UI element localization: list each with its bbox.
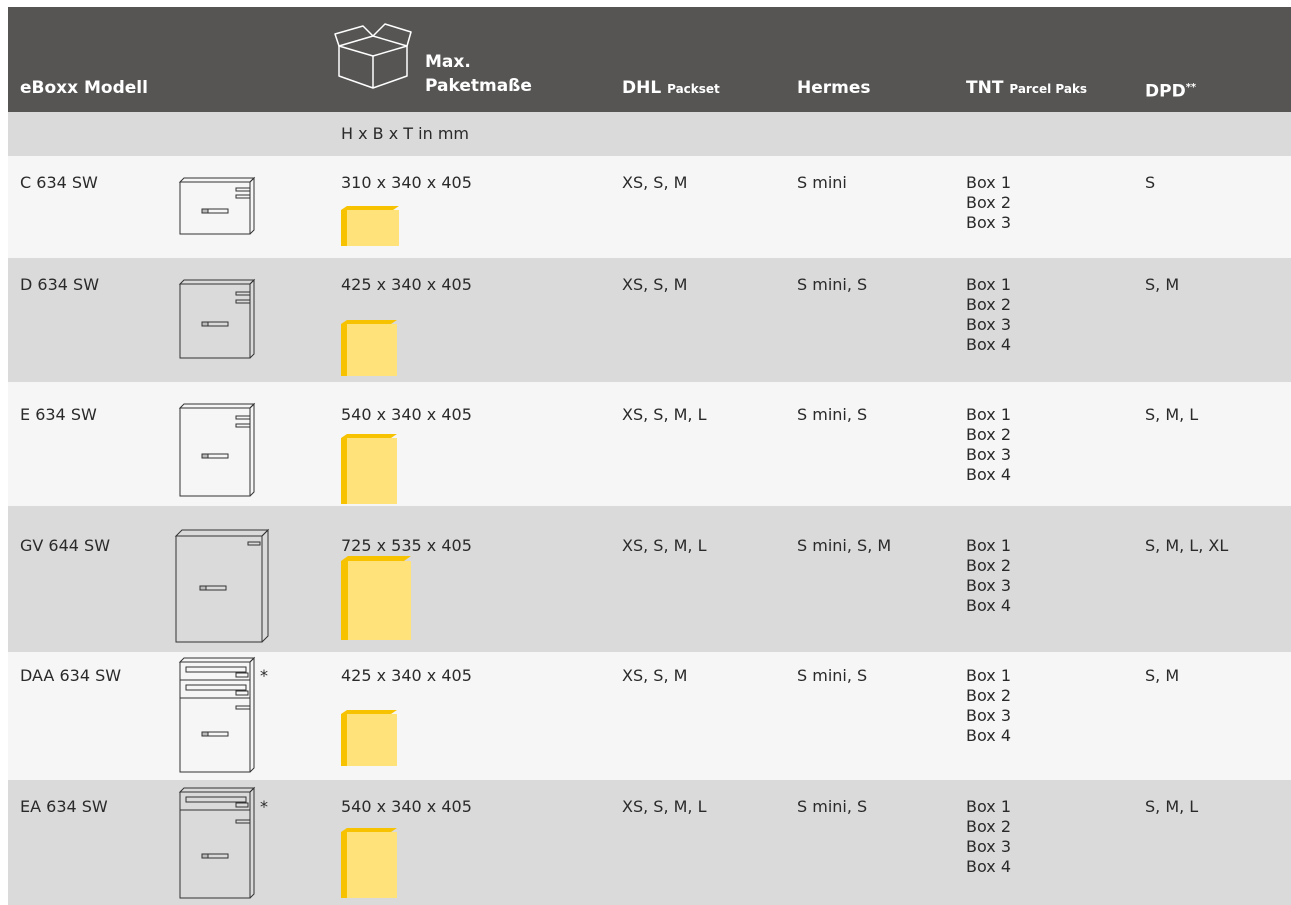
header-hermes: Hermes: [797, 78, 871, 98]
package-icon: [341, 828, 397, 898]
model-name: E 634 SW: [20, 405, 97, 424]
tnt-box: Box 3: [966, 576, 1012, 595]
table-row: EA 634 SW * 540 x 340 x 405 XS, S, M, L …: [8, 780, 1291, 905]
dimensions: 725 x 535 x 405: [341, 536, 472, 555]
footnote-asterisk: *: [260, 797, 268, 816]
header-dhl-label: DHL: [622, 78, 662, 98]
dhl-sizes: XS, S, M: [622, 666, 688, 685]
hermes-sizes: S mini, S: [797, 797, 868, 816]
dimensions: 425 x 340 x 405: [341, 666, 472, 685]
box-outline-icon: [334, 23, 412, 89]
dhl-sizes: XS, S, M, L: [622, 797, 707, 816]
hermes-sizes: S mini, S: [797, 405, 868, 424]
hermes-sizes: S mini: [797, 173, 847, 192]
hermes-sizes: S mini, S: [797, 275, 868, 294]
model-name: DAA 634 SW: [20, 666, 122, 685]
tnt-boxes: Box 1 Box 2 Box 3 Box 4: [966, 536, 1011, 616]
package-icon: [341, 710, 397, 766]
table-row: GV 644 SW 725 x 535 x 405 XS, S, M, L S …: [8, 506, 1291, 652]
table-header: eBoxx Modell Max. Paketmaße DHL Packset …: [8, 7, 1291, 112]
mailbox-icon: [174, 528, 270, 643]
dimensions: 540 x 340 x 405: [341, 405, 472, 424]
dpd-sizes: S, M, L: [1145, 797, 1199, 816]
package-icon: [341, 556, 411, 640]
mailbox-icon: [178, 656, 256, 773]
tnt-box: Box 4: [966, 335, 1012, 354]
dpd-sizes: S, M: [1145, 666, 1180, 685]
tnt-box: Box 1: [966, 173, 1012, 192]
dpd-sizes: S, M, L, XL: [1145, 536, 1229, 555]
tnt-box: Box 2: [966, 556, 1012, 575]
model-name: GV 644 SW: [20, 536, 111, 555]
header-model: eBoxx Modell: [20, 78, 148, 98]
tnt-box: Box 2: [966, 425, 1012, 444]
tnt-box: Box 4: [966, 726, 1012, 745]
units-label: H x B x T in mm: [341, 124, 469, 143]
header-max-line1: Max.: [425, 52, 471, 72]
header-dhl-small: Packset: [667, 82, 720, 96]
header-tnt-small: Parcel Paks: [1009, 82, 1088, 96]
table-row: E 634 SW 540 x 340 x 405 XS, S, M, L S m…: [8, 382, 1291, 506]
dpd-sizes: S, M, L: [1145, 405, 1199, 424]
hermes-sizes: S mini, S, M: [797, 536, 892, 555]
tnt-box: Box 2: [966, 295, 1012, 314]
dhl-sizes: XS, S, M, L: [622, 536, 707, 555]
dimensions: 540 x 340 x 405: [341, 797, 472, 816]
tnt-boxes: Box 1 Box 2 Box 3 Box 4: [966, 275, 1011, 355]
mailbox-icon: [178, 402, 256, 497]
table-row: DAA 634 SW * 425 x 340 x 405 XS, S, M S …: [8, 652, 1291, 780]
dpd-sizes: S: [1145, 173, 1156, 192]
mailbox-icon: [178, 786, 256, 899]
tnt-box: Box 3: [966, 837, 1012, 856]
tnt-box: Box 3: [966, 445, 1012, 464]
header-dhl: DHL Packset: [622, 77, 720, 100]
dhl-sizes: XS, S, M: [622, 173, 688, 192]
header-tnt: TNT Parcel Paks: [966, 77, 1087, 100]
header-dpd-label: DPD: [1145, 81, 1186, 102]
model-name: EA 634 SW: [20, 797, 108, 816]
dhl-sizes: XS, S, M, L: [622, 405, 707, 424]
package-icon: [341, 320, 397, 376]
header-dpd-sup: **: [1185, 82, 1197, 93]
dimensions: 310 x 340 x 405: [341, 173, 472, 192]
mailbox-icon: [178, 176, 256, 235]
tnt-box: Box 1: [966, 666, 1012, 685]
header-tnt-label: TNT: [966, 78, 1004, 98]
tnt-box: Box 3: [966, 213, 1012, 232]
package-icon: [341, 206, 399, 246]
table-row: D 634 SW 425 x 340 x 405 XS, S, M S mini…: [8, 258, 1291, 382]
package-icon: [341, 434, 397, 504]
hermes-sizes: S mini, S: [797, 666, 868, 685]
tnt-box: Box 4: [966, 857, 1012, 876]
tnt-box: Box 1: [966, 275, 1012, 294]
table-row: C 634 SW 310 x 340 x 405 XS, S, M S mini…: [8, 156, 1291, 258]
tnt-box: Box 2: [966, 817, 1012, 836]
eboxx-table: eBoxx Modell Max. Paketmaße DHL Packset …: [0, 0, 1291, 905]
dimensions: 425 x 340 x 405: [341, 275, 472, 294]
tnt-box: Box 4: [966, 465, 1012, 484]
dhl-sizes: XS, S, M: [622, 275, 688, 294]
footnote-asterisk: *: [260, 666, 268, 685]
dpd-sizes: S, M: [1145, 275, 1180, 294]
model-name: C 634 SW: [20, 173, 98, 192]
tnt-boxes: Box 1 Box 2 Box 3: [966, 173, 1011, 233]
units-row: H x B x T in mm: [8, 112, 1291, 156]
header-max-line2: Paketmaße: [425, 76, 532, 96]
tnt-box: Box 3: [966, 706, 1012, 725]
header-dpd: DPD**: [1145, 77, 1196, 103]
tnt-box: Box 1: [966, 797, 1012, 816]
tnt-box: Box 1: [966, 536, 1012, 555]
mailbox-icon: [178, 278, 256, 359]
tnt-boxes: Box 1 Box 2 Box 3 Box 4: [966, 666, 1011, 746]
tnt-box: Box 1: [966, 405, 1012, 424]
model-name: D 634 SW: [20, 275, 100, 294]
tnt-box: Box 2: [966, 193, 1012, 212]
tnt-box: Box 2: [966, 686, 1012, 705]
tnt-boxes: Box 1 Box 2 Box 3 Box 4: [966, 797, 1011, 877]
tnt-boxes: Box 1 Box 2 Box 3 Box 4: [966, 405, 1011, 485]
tnt-box: Box 4: [966, 596, 1012, 615]
tnt-box: Box 3: [966, 315, 1012, 334]
